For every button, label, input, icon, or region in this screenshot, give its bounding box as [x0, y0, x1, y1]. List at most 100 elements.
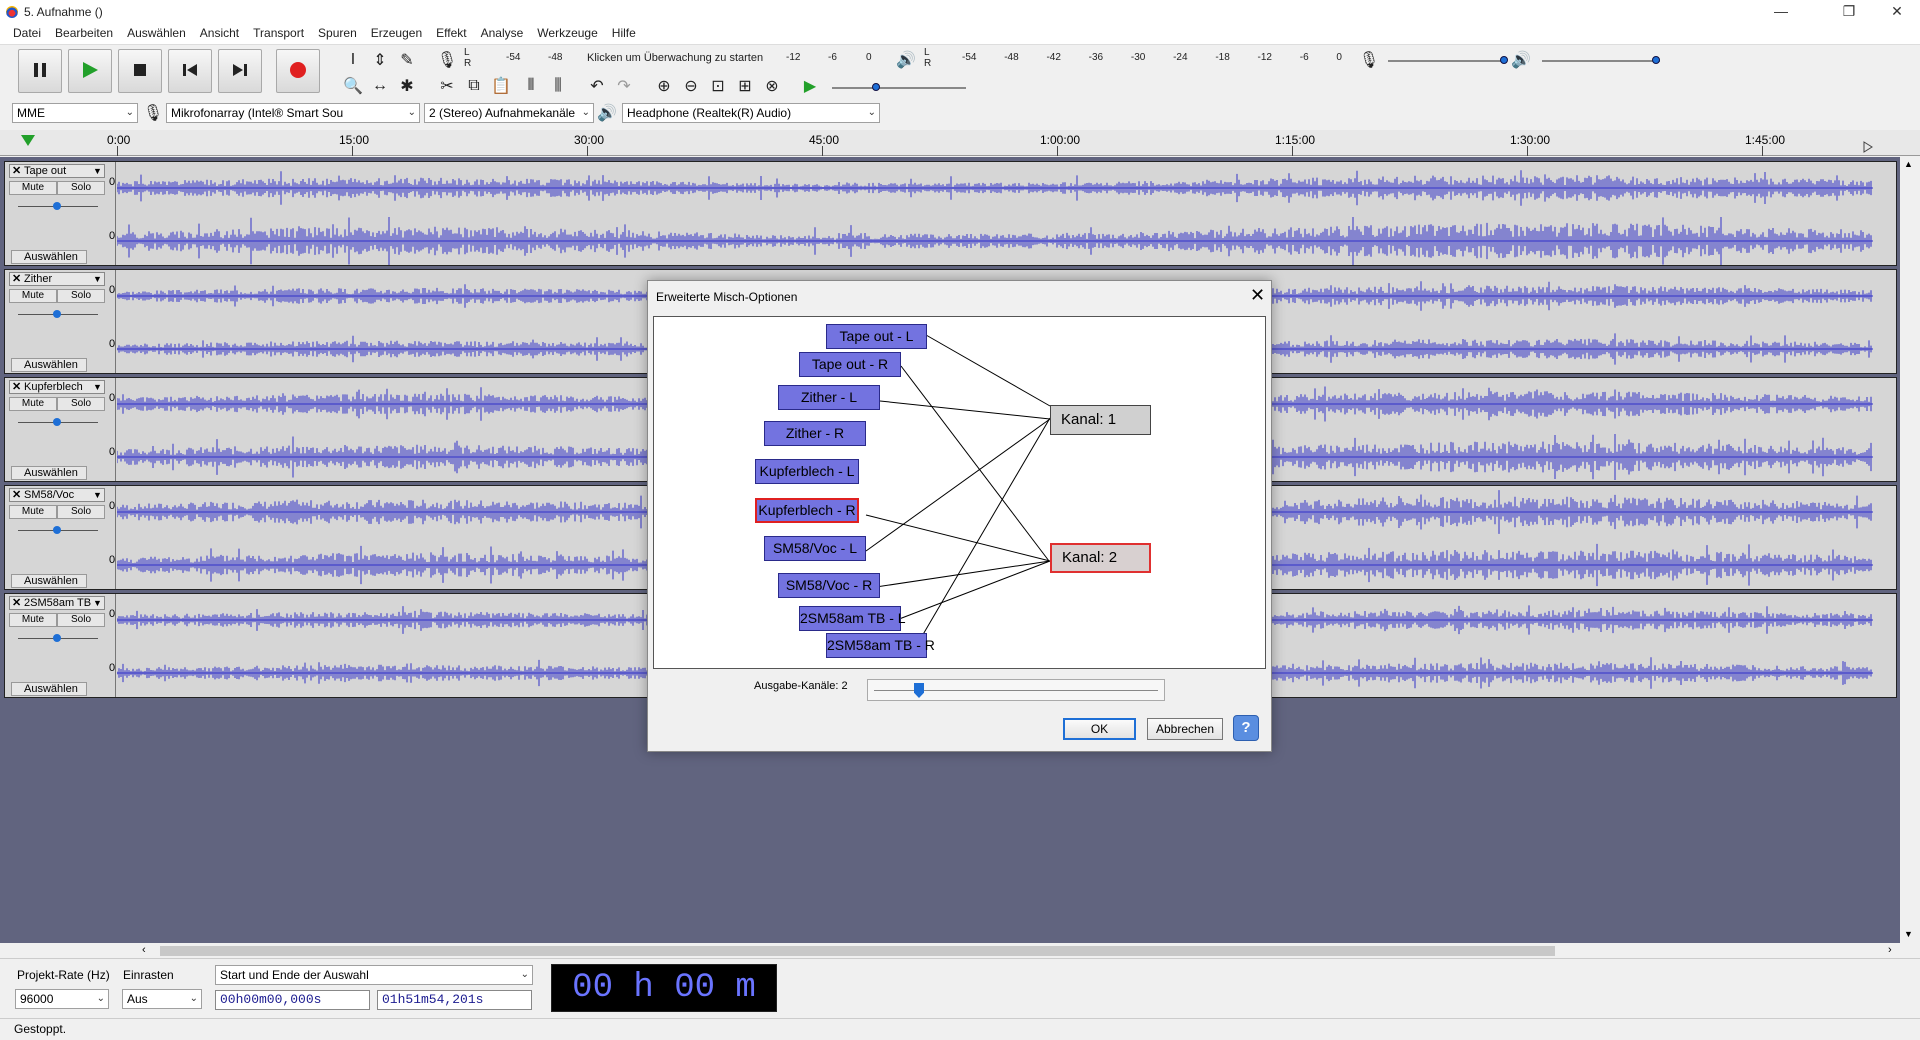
- undo-icon[interactable]: ↶: [584, 73, 610, 99]
- record-meter-mic-icon[interactable]: 🎙: [434, 47, 460, 73]
- recording-volume-thumb[interactable]: [1500, 56, 1508, 64]
- fit-project-icon[interactable]: ⊞: [732, 73, 758, 99]
- track-menu-dropdown-icon[interactable]: ▼: [93, 382, 102, 392]
- gain-slider-thumb[interactable]: [53, 202, 61, 210]
- track-menu-dropdown-icon[interactable]: ▼: [93, 274, 102, 284]
- horizontal-scrollbar[interactable]: ‹ ›: [140, 944, 1900, 958]
- track-menu-dropdown-icon[interactable]: ▼: [93, 598, 102, 608]
- selection-mode-select[interactable]: Start und Ende der Auswahl ⌄: [215, 965, 533, 985]
- menu-hilfe[interactable]: Hilfe: [605, 24, 643, 44]
- track-name-button[interactable]: Tape out: [9, 164, 105, 178]
- menu-effekt[interactable]: Effekt: [429, 24, 473, 44]
- input-channel-box[interactable]: Tape out - L: [826, 324, 927, 349]
- track-select-button[interactable]: Auswählen: [11, 574, 87, 588]
- close-window-button[interactable]: ✕: [1874, 0, 1920, 24]
- record-button[interactable]: [276, 49, 320, 93]
- playback-device-select[interactable]: Headphone (Realtek(R) Audio) ⌄: [622, 103, 880, 123]
- track-name-button[interactable]: SM58/Voc: [9, 488, 105, 502]
- fit-selection-icon[interactable]: ⊡: [705, 73, 731, 99]
- play-button[interactable]: [68, 49, 112, 93]
- vertical-scrollbar[interactable]: ▲ ▼: [1900, 157, 1920, 943]
- input-channel-box[interactable]: 2SM58am TB - R: [826, 633, 935, 658]
- input-channel-box[interactable]: Zither - R: [764, 421, 866, 446]
- solo-button[interactable]: Solo: [57, 397, 105, 411]
- play-at-speed-slider[interactable]: [832, 87, 966, 89]
- timeshift-tool-icon[interactable]: ↔: [367, 73, 393, 99]
- menu-transport[interactable]: Transport: [246, 24, 311, 44]
- input-channel-box-selected[interactable]: Kupferblech - R: [755, 498, 859, 523]
- menu-werkzeuge[interactable]: Werkzeuge: [530, 24, 604, 44]
- skip-to-start-button[interactable]: [168, 49, 212, 93]
- solo-button[interactable]: Solo: [57, 289, 105, 303]
- output-channels-slider[interactable]: [867, 679, 1165, 701]
- gain-slider-thumb[interactable]: [53, 634, 61, 642]
- play-meter-speaker-icon[interactable]: 🔊: [893, 47, 919, 73]
- cut-icon[interactable]: ✂: [434, 73, 460, 99]
- menu-spuren[interactable]: Spuren: [311, 24, 364, 44]
- project-rate-select[interactable]: 96000 ⌄: [15, 989, 109, 1009]
- paste-icon[interactable]: 📋: [488, 73, 514, 99]
- maximize-button[interactable]: ❐: [1826, 0, 1872, 24]
- track-select-button[interactable]: Auswählen: [11, 358, 87, 372]
- selection-end-time[interactable]: 01h51m54,201s: [377, 990, 532, 1010]
- track-tape-out[interactable]: Tape out ✕ ▼ Mute Solo Auswählen 0 0: [4, 161, 1897, 266]
- cancel-button[interactable]: Abbrechen: [1147, 718, 1223, 740]
- mute-button[interactable]: Mute: [9, 613, 57, 627]
- scroll-up-icon[interactable]: ▲: [1904, 159, 1913, 169]
- menu-bearbeiten[interactable]: Bearbeiten: [48, 24, 120, 44]
- skip-to-end-button[interactable]: [218, 49, 262, 93]
- copy-icon[interactable]: ⧉: [461, 73, 487, 99]
- mute-button[interactable]: Mute: [9, 289, 57, 303]
- track-select-button[interactable]: Auswählen: [11, 466, 87, 480]
- audio-host-select[interactable]: MME ⌄: [12, 103, 138, 123]
- minimize-button[interactable]: —: [1758, 0, 1804, 24]
- silence-audio-icon[interactable]: ⫼: [545, 73, 571, 99]
- close-track-icon[interactable]: ✕: [12, 273, 21, 285]
- scroll-left-icon[interactable]: ‹: [142, 944, 146, 956]
- input-channel-box[interactable]: Tape out - R: [799, 352, 901, 377]
- ok-button[interactable]: OK: [1063, 718, 1136, 740]
- recording-channels-select[interactable]: 2 (Stereo) Aufnahmekanäle ⌄: [424, 103, 594, 123]
- output-channel-box[interactable]: Kanal: 1: [1050, 405, 1151, 435]
- recording-volume-slider[interactable]: [1388, 60, 1506, 62]
- mute-button[interactable]: Mute: [9, 181, 57, 195]
- zoom-out-icon[interactable]: ⊖: [678, 73, 704, 99]
- gain-slider-thumb[interactable]: [53, 418, 61, 426]
- snap-select[interactable]: Aus ⌄: [122, 989, 202, 1009]
- track-select-button[interactable]: Auswählen: [11, 250, 87, 264]
- zoom-tool-icon[interactable]: 🔍: [340, 73, 366, 99]
- input-channel-box[interactable]: SM58/Voc - R: [778, 573, 880, 598]
- close-track-icon[interactable]: ✕: [12, 165, 21, 177]
- close-track-icon[interactable]: ✕: [12, 597, 21, 609]
- gain-slider-thumb[interactable]: [53, 310, 61, 318]
- stop-button[interactable]: [118, 49, 162, 93]
- output-channels-slider-thumb[interactable]: [914, 683, 924, 698]
- menu-datei[interactable]: Datei: [6, 24, 48, 44]
- dialog-close-icon[interactable]: ✕: [1250, 286, 1265, 304]
- play-at-speed-thumb[interactable]: [872, 83, 880, 91]
- envelope-tool-icon[interactable]: ⇕: [367, 47, 393, 73]
- track-select-button[interactable]: Auswählen: [11, 682, 87, 696]
- zoom-toggle-icon[interactable]: ⊗: [759, 73, 785, 99]
- zoom-in-icon[interactable]: ⊕: [651, 73, 677, 99]
- mute-button[interactable]: Mute: [9, 397, 57, 411]
- mix-matrix-canvas[interactable]: Tape out - L Tape out - R Zither - L Zit…: [653, 316, 1266, 669]
- play-meter-scale[interactable]: -54 -48 -42 -36 -30 -24 -18 -12 -6 0: [962, 52, 1342, 63]
- selection-start-time[interactable]: 00h00m00,000s: [215, 990, 370, 1010]
- gain-slider-thumb[interactable]: [53, 526, 61, 534]
- input-channel-box[interactable]: Zither - L: [778, 385, 880, 410]
- scroll-right-icon[interactable]: ›: [1888, 944, 1892, 956]
- multi-tool-icon[interactable]: ✱: [394, 73, 420, 99]
- solo-button[interactable]: Solo: [57, 181, 105, 195]
- mute-button[interactable]: Mute: [9, 505, 57, 519]
- track-menu-dropdown-icon[interactable]: ▼: [93, 490, 102, 500]
- trim-audio-icon[interactable]: ⫴: [518, 73, 544, 99]
- track-name-button[interactable]: 2SM58am TB: [9, 596, 105, 610]
- solo-button[interactable]: Solo: [57, 613, 105, 627]
- recording-device-select[interactable]: Mikrofonarray (Intel® Smart Sou ⌄: [166, 103, 420, 123]
- input-channel-box[interactable]: 2SM58am TB - L: [799, 606, 906, 631]
- input-channel-box[interactable]: Kupferblech - L: [755, 459, 859, 484]
- menu-erzeugen[interactable]: Erzeugen: [364, 24, 429, 44]
- menu-analyse[interactable]: Analyse: [474, 24, 531, 44]
- audio-position-display[interactable]: 00 h 00 m 00 s: [551, 964, 777, 1040]
